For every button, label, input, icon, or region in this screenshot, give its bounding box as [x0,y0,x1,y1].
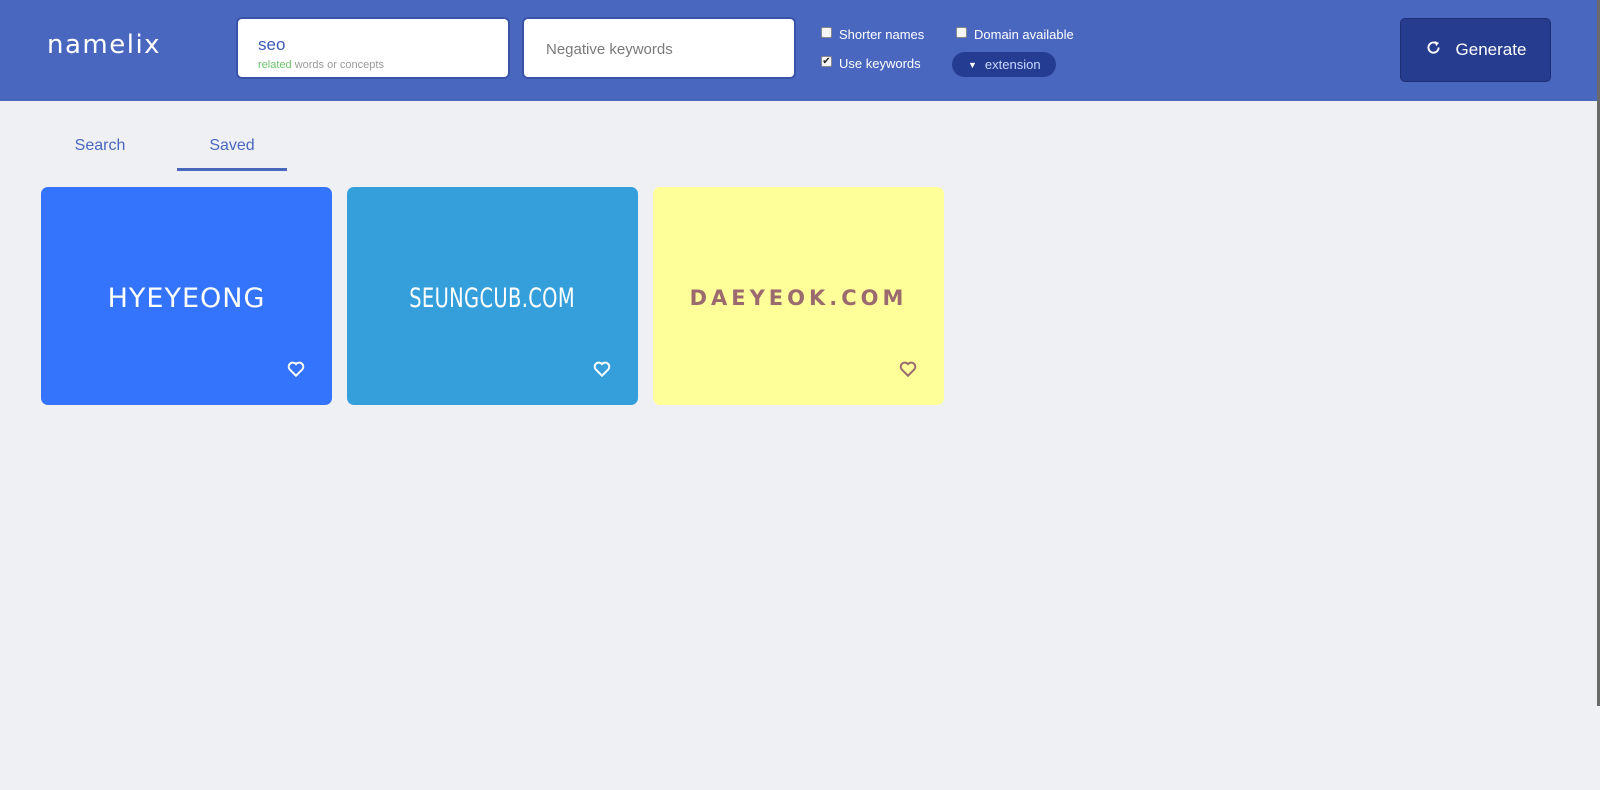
card-name: HYEYEONG [107,282,266,314]
generate-label: Generate [1455,40,1527,59]
name-card[interactable]: HYEYEONG [41,187,332,405]
keyword-field[interactable]: seo related words or concepts [236,17,510,79]
card-name: DAEYEOK.COM [689,286,908,310]
card-name: SEUNGCUB.COM [409,282,576,314]
negative-keywords-placeholder: Negative keywords [546,41,673,58]
use-keywords-option[interactable]: ✔ Use keywords [821,56,921,71]
keyword-input-value[interactable]: seo [258,35,285,55]
domain-available-checkbox[interactable] [956,27,967,38]
shorter-names-checkbox[interactable] [821,27,832,38]
extension-dropdown[interactable]: ▼ extension [952,52,1056,77]
tab-search[interactable]: Search [45,137,155,171]
name-card[interactable]: DAEYEOK.COM [653,187,944,405]
domain-available-label: Domain available [974,27,1074,42]
heart-icon[interactable] [593,360,611,378]
use-keywords-label: Use keywords [839,56,921,71]
keyword-hint-related: related [258,59,292,71]
name-card[interactable]: SEUNGCUB.COM [347,187,638,405]
heart-icon[interactable] [899,360,917,378]
heart-icon[interactable] [287,360,305,378]
negative-keywords-field[interactable]: Negative keywords [522,17,796,79]
extension-label: extension [984,57,1041,72]
keyword-hint: related words or concepts [258,59,384,71]
use-keywords-checkbox[interactable]: ✔ [821,56,832,67]
tab-saved[interactable]: Saved [177,137,287,171]
generate-button[interactable]: Generate [1400,18,1551,82]
triangle-down-icon: ▼ [968,59,977,70]
shorter-names-label: Shorter names [839,27,925,42]
namelix-logo[interactable]: namelix [47,30,161,60]
header-bar: namelix seo related words or concepts Ne… [0,0,1597,101]
domain-available-option[interactable]: Domain available [956,27,1074,42]
refresh-icon [1425,39,1442,62]
keyword-hint-rest: words or concepts [291,59,384,71]
shorter-names-option[interactable]: Shorter names [821,27,924,42]
